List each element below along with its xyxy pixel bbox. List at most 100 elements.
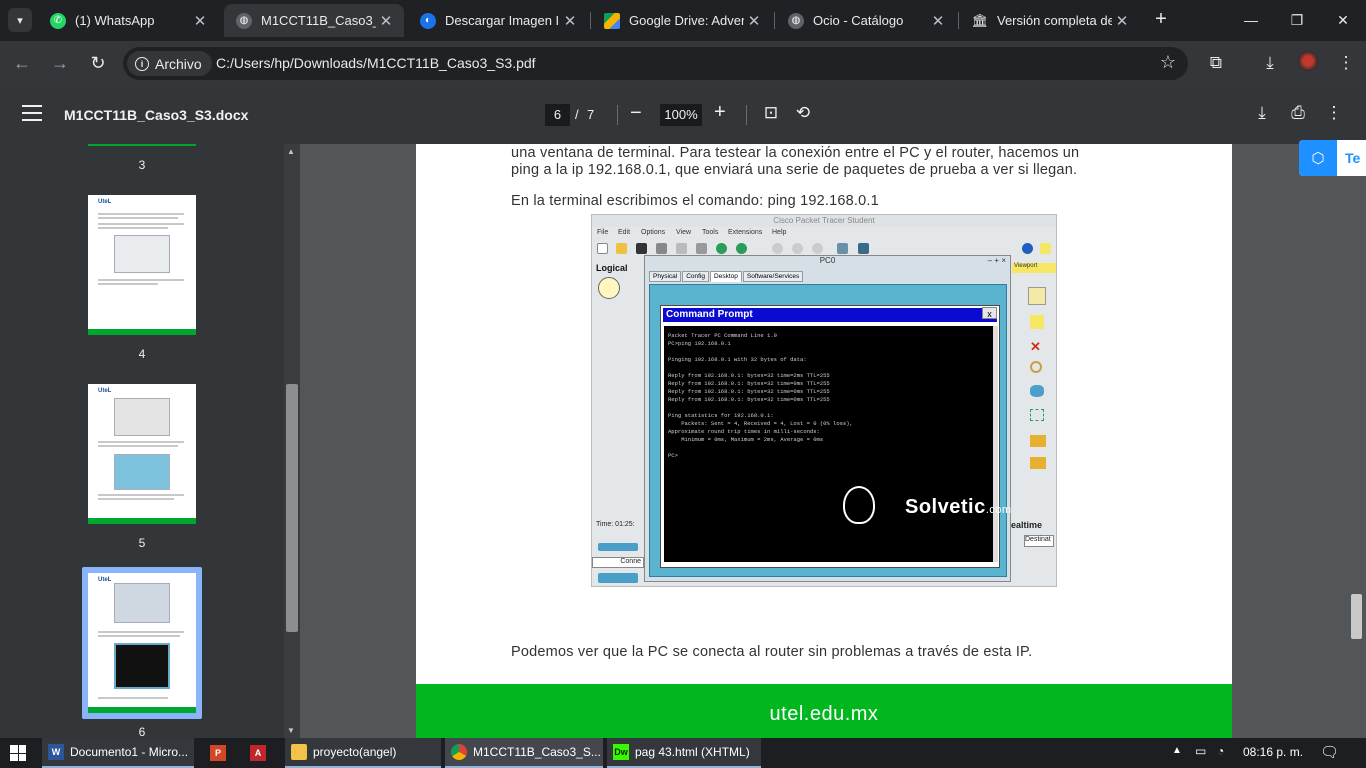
tab-pdf[interactable]: ◍ M1CCT11B_Caso3_S3 ✕	[224, 4, 404, 37]
tab-search-icon[interactable]: ▾	[8, 8, 32, 32]
menu-item: Extensions	[728, 229, 763, 236]
restore-icon[interactable]: ❐	[1274, 0, 1320, 41]
taskbar-item-powerpoint[interactable]: P	[204, 738, 240, 768]
site-info-chip[interactable]: i Archivo	[127, 51, 212, 76]
tab-ocio[interactable]: ◍ Ocio - Catálogo ✕	[776, 4, 956, 37]
more-options-icon[interactable]: ⋮	[1323, 103, 1345, 123]
new-tab-button[interactable]: +	[1150, 8, 1172, 32]
thumbnail-sidebar: 3 UteL 4 UteL 5 UteL 6 ▲ ▼	[0, 144, 300, 739]
menu-icon[interactable]	[22, 105, 42, 121]
taskbar-item-acrobat[interactable]: A	[244, 738, 280, 768]
bank-icon: 🏛	[971, 12, 989, 28]
thumbnail-page-4[interactable]: UteL	[88, 195, 196, 335]
rotate-icon[interactable]: ⟲	[792, 103, 814, 123]
taskbar-item-chrome[interactable]: M1CCT11B_Caso3_S...	[445, 738, 603, 768]
taskbar-label: proyecto(angel)	[313, 745, 397, 759]
extension-badge[interactable]: ⬡ Te	[1299, 140, 1366, 176]
thumbnail-page-3-edge[interactable]	[88, 144, 196, 146]
clock[interactable]: 08:16 p. m.	[1243, 745, 1303, 759]
google-drive-icon	[604, 12, 620, 29]
reload-icon[interactable]: ↻	[86, 51, 110, 75]
window-controls-icon: – + ×	[987, 256, 1006, 265]
app-menu: File Edit Options View Tools Extensions …	[592, 227, 1056, 239]
pc0-window: PC0 – + × Physical Config Desktop Software/…	[644, 255, 1011, 582]
tab-descargar-iso[interactable]: ◐ Descargar Imagen ISO ✕	[408, 4, 588, 37]
taskbar-item-word[interactable]: W Documento1 - Micro...	[42, 738, 194, 768]
notifications-icon[interactable]: 🗨	[1320, 743, 1339, 761]
thumbnail-page-5[interactable]: UteL	[88, 384, 196, 524]
pc0-tab: Software/Services	[742, 271, 804, 282]
tray-chevron-icon[interactable]: ▲	[1172, 745, 1182, 756]
download-icon[interactable]: ⤓	[1251, 103, 1273, 123]
watermark-text: Solvetic	[905, 496, 986, 518]
solvetic-logo-icon	[843, 486, 875, 524]
battery-icon[interactable]: ▭	[1195, 744, 1206, 758]
browser-tab-strip: ▾ ✆ (1) WhatsApp ✕ ◍ M1CCT11B_Caso3_S3 ✕…	[0, 0, 1366, 41]
windows-start-icon[interactable]	[10, 745, 26, 761]
bookmark-star-icon[interactable]: ☆	[1160, 52, 1176, 73]
scrollbar-thumb[interactable]	[286, 384, 298, 632]
thumbnail-logo: UteL	[98, 577, 112, 583]
globe-icon: ◍	[236, 12, 252, 29]
page-footer: utel.edu.mx	[416, 684, 1232, 738]
close-icon: x	[982, 307, 997, 319]
scroll-up-icon[interactable]: ▲	[287, 147, 295, 156]
tab-title: (1) WhatsApp	[75, 13, 155, 28]
tab-whatsapp[interactable]: ✆ (1) WhatsApp ✕	[38, 4, 218, 37]
tab-title: Descargar Imagen ISO	[445, 13, 560, 28]
paragraph-line: una ventana de terminal. Para testear la…	[511, 145, 1080, 161]
pc0-tab: Config	[682, 271, 710, 282]
tool-panel: ✕	[1020, 257, 1056, 469]
minimize-icon[interactable]: —	[1228, 0, 1274, 41]
network-icon[interactable]: ◔	[1217, 744, 1224, 758]
tab-separator	[958, 12, 959, 29]
tab-version-completa[interactable]: 🏛 Versión completa de ✕	[960, 4, 1140, 37]
scrollbar-thumb[interactable]	[1351, 594, 1362, 639]
taskbar-item-folder[interactable]: proyecto(angel)	[285, 738, 441, 768]
close-icon[interactable]: ✕	[1112, 12, 1132, 30]
menu-dots-icon[interactable]: ⋮	[1334, 51, 1358, 75]
sidebar-scrollbar[interactable]: ▲ ▼	[284, 144, 300, 738]
pdf-page: una ventana de terminal. Para testear la…	[416, 144, 1232, 738]
close-icon[interactable]: ✕	[928, 12, 948, 30]
profile-avatar-icon[interactable]	[1296, 51, 1320, 75]
cmd-scrollbar	[993, 326, 998, 562]
extensions-icon[interactable]: ⧉	[1204, 51, 1228, 75]
menu-item: File	[597, 229, 609, 236]
close-window-icon[interactable]: ✕	[1320, 0, 1366, 41]
chrome-icon	[451, 744, 467, 760]
menu-item: Help	[772, 229, 787, 236]
close-icon[interactable]: ✕	[190, 12, 210, 30]
download-icon[interactable]: ⤓	[1258, 51, 1282, 75]
toolbar-divider	[617, 105, 618, 125]
pc0-title: PC0	[819, 256, 836, 265]
forward-icon[interactable]: →	[48, 51, 72, 75]
pdf-viewer: una ventana de terminal. Para testear la…	[300, 144, 1348, 738]
taskbar-label: pag 43.html (XHTML)	[635, 745, 750, 759]
scroll-down-icon[interactable]: ▼	[287, 726, 295, 735]
menu-item: Edit	[618, 229, 631, 236]
page-number-input[interactable]: 6	[545, 104, 570, 126]
zoom-out-icon[interactable]: −	[630, 102, 642, 125]
close-icon[interactable]: ✕	[744, 12, 764, 30]
zoom-input[interactable]: 100%	[660, 104, 702, 126]
thumbnail-page-6[interactable]: UteL	[88, 573, 196, 713]
omnibox[interactable]: i Archivo C:/Users/hp/Downloads/M1CCT11B…	[123, 47, 1188, 80]
tab-google-drive[interactable]: Google Drive: Advert ✕	[592, 4, 772, 37]
router-icon	[598, 277, 620, 299]
document-title: M1CCT11B_Caso3_S3.docx	[64, 107, 249, 123]
zoom-in-icon[interactable]: +	[714, 101, 726, 124]
close-icon[interactable]: ✕	[376, 12, 396, 30]
taskbar-item-dreamweaver[interactable]: Dw pag 43.html (XHTML)	[607, 738, 761, 768]
thumbnail-logo: UteL	[98, 199, 112, 205]
menu-item: Tools	[702, 229, 719, 236]
back-icon[interactable]: ←	[10, 51, 34, 75]
url-text[interactable]: C:/Users/hp/Downloads/M1CCT11B_Caso3_S3.…	[216, 55, 536, 71]
main-scrollbar[interactable]	[1348, 144, 1366, 738]
packet-tracer-screenshot: Cisco Packet Tracer Student File Edit Op…	[591, 214, 1057, 587]
close-icon[interactable]: ✕	[560, 12, 580, 30]
fit-page-icon[interactable]: ⊡	[760, 103, 782, 123]
print-icon[interactable]: ⎙	[1287, 103, 1309, 123]
paragraph: Podemos ver que la PC se conecta al rout…	[511, 644, 1033, 660]
dreamweaver-icon: Dw	[613, 744, 629, 760]
